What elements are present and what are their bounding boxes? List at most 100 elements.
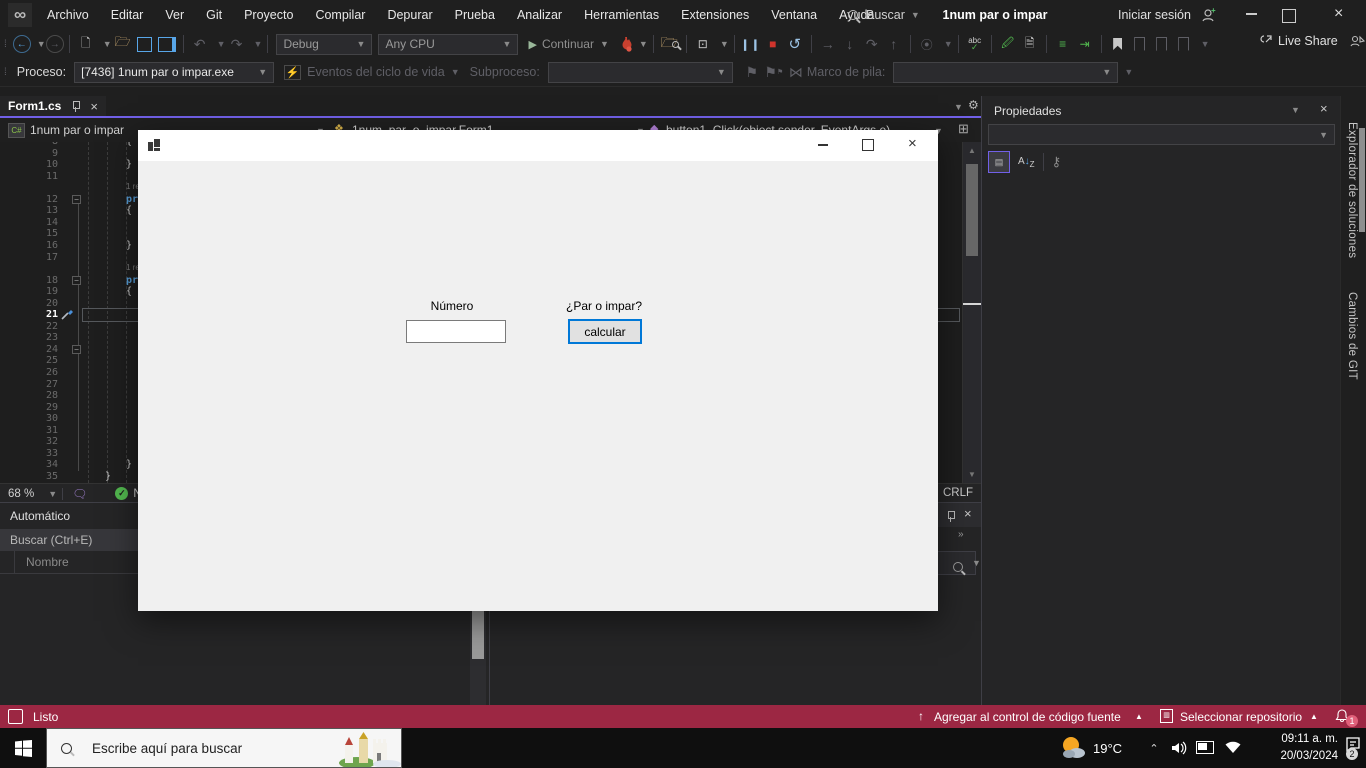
breakpoints-icon[interactable]: ⦿ (916, 33, 938, 55)
zoom-dropdown-icon[interactable]: ▼ (48, 489, 57, 499)
app-close-button[interactable]: × (908, 135, 917, 152)
flag-group-icon[interactable]: ⚑⚑ (763, 61, 785, 83)
pin-icon[interactable] (71, 101, 80, 112)
restart-icon[interactable]: ↺ (784, 33, 806, 55)
menu-compilar[interactable]: Compilar (304, 8, 376, 22)
side-tab-git-changes[interactable]: Cambios de GIT (1346, 292, 1358, 380)
notification-center-button[interactable]: 2 (1344, 736, 1364, 760)
scrollbar-down-arrow[interactable]: ▼ (968, 470, 976, 479)
tray-clock[interactable]: 09:11 a. m. 20/03/2024 (1252, 731, 1338, 765)
side-scrollbar-thumb[interactable] (1359, 128, 1365, 232)
select-repository-button[interactable]: Seleccionar repositorio (1180, 710, 1302, 724)
step-over-icon[interactable]: ↷ (861, 33, 883, 55)
fold-collapse-icon[interactable]: − (72, 276, 81, 285)
menu-archivo[interactable]: Archivo (36, 8, 100, 22)
step-out-icon[interactable]: ↑ (883, 33, 905, 55)
scrollbar-up-arrow[interactable]: ▲ (968, 146, 976, 155)
properties-close-icon[interactable]: × (1320, 101, 1328, 116)
pause-icon[interactable]: ❙❙ (740, 33, 762, 55)
tab-list-dropdown-icon[interactable]: ▼ (954, 102, 963, 112)
tab-settings-gear-icon[interactable]: ⚙ (968, 98, 979, 112)
uncomment-icon[interactable]: 🗎 (1019, 33, 1041, 55)
stack-frame-dropdown[interactable]: ▼ (893, 62, 1118, 83)
split-window-icon[interactable]: ⊞ (958, 121, 969, 137)
save-all-icon[interactable] (156, 33, 178, 55)
new-file-icon[interactable]: 🗋 (75, 33, 97, 55)
indent-decrease-icon[interactable]: ≡ (1052, 33, 1074, 55)
stop-icon[interactable]: ■ (762, 33, 784, 55)
app-maximize-button[interactable] (862, 139, 874, 151)
search-castle-image[interactable] (337, 731, 401, 767)
menu-ventana[interactable]: Ventana (760, 8, 828, 22)
app-minimize-button[interactable] (816, 144, 830, 146)
process-dropdown[interactable]: [7436] 1num par o impar.exe▼ (74, 62, 274, 83)
next-bookmark-icon[interactable] (1151, 33, 1173, 55)
zoom-level[interactable]: 68 % (8, 488, 34, 500)
undo-icon[interactable]: ↶ (189, 33, 211, 55)
events-key-icon[interactable]: ⚷ (1052, 154, 1062, 170)
prev-bookmark-icon[interactable] (1129, 33, 1151, 55)
subprocess-dropdown[interactable]: ▼ (548, 62, 733, 83)
continue-label[interactable]: Continuar (542, 37, 594, 51)
menu-depurar[interactable]: Depurar (376, 8, 443, 22)
feedback-person-icon[interactable] (8, 709, 23, 724)
tray-display-icon[interactable] (1196, 741, 1214, 754)
close-tab-icon[interactable]: × (90, 99, 98, 114)
solution-config-dropdown[interactable]: Debug▼ (276, 34, 372, 55)
properties-dropdown-icon[interactable]: ▼ (1291, 105, 1300, 115)
menu-proyecto[interactable]: Proyecto (233, 8, 304, 22)
menu-editar[interactable]: Editar (100, 8, 155, 22)
tray-volume-icon[interactable] (1170, 738, 1190, 758)
taskbar-weather[interactable]: 19°C (1058, 728, 1122, 768)
tab-form1cs[interactable]: Form1.cs × (0, 96, 106, 116)
back-dropdown-icon[interactable]: ▼ (37, 39, 46, 49)
menu-git[interactable]: Git (195, 8, 233, 22)
menu-herramientas[interactable]: Herramientas (573, 8, 670, 22)
taskbar-search-box[interactable]: Escribe aquí para buscar (46, 728, 402, 768)
open-folder-icon[interactable]: 🗁 (112, 33, 134, 55)
close-button[interactable]: × (1334, 5, 1343, 23)
clear-bookmarks-icon[interactable] (1173, 33, 1195, 55)
autos-vscroll-thumb[interactable] (472, 609, 484, 659)
scrollbar-thumb[interactable] (966, 164, 978, 256)
comment-icon[interactable]: 🖉 (997, 33, 1019, 55)
panel-overflow-icon[interactable]: » (958, 529, 965, 540)
panel-pin-icon[interactable] (946, 511, 955, 522)
continue-play-icon[interactable]: ▶ (528, 38, 536, 51)
menu-ver[interactable]: Ver (154, 8, 195, 22)
fold-collapse-icon[interactable]: − (72, 195, 81, 204)
flag-icon[interactable]: ⚑ (741, 61, 763, 83)
spell-check-icon[interactable]: abc✓ (964, 33, 986, 55)
fold-collapse-icon[interactable]: − (72, 345, 81, 354)
calcular-button[interactable]: calcular (568, 319, 642, 344)
menu-extensiones[interactable]: Extensiones (670, 8, 760, 22)
sign-in-control[interactable]: Iniciar sesión + (1118, 5, 1217, 25)
feedback-icon[interactable]: 🗨 (72, 487, 87, 501)
bookmark-icon[interactable] (1107, 33, 1129, 55)
panel-close-icon[interactable]: × (964, 506, 972, 521)
preview-window-icon[interactable]: ⊡ (692, 33, 714, 55)
panel-search-dropdown-icon[interactable]: ▼ (972, 558, 981, 568)
categorized-icon[interactable]: ▤ (988, 151, 1010, 173)
new-file-dropdown-icon[interactable]: ▼ (103, 39, 112, 49)
nav-project-dropdown[interactable]: 1num par o impar (30, 123, 124, 137)
menu-prueba[interactable]: Prueba (444, 8, 506, 22)
save-icon[interactable] (134, 33, 156, 55)
eol-indicator[interactable]: CRLF (943, 487, 973, 499)
platform-dropdown[interactable]: Any CPU▼ (378, 34, 518, 55)
menu-analizar[interactable]: Analizar (506, 8, 573, 22)
side-tab-solution-explorer[interactable]: Explorador de soluciones (1346, 122, 1358, 258)
step-into-icon[interactable]: ↓ (839, 33, 861, 55)
minimize-button[interactable] (1236, 13, 1266, 15)
numero-textbox[interactable] (406, 320, 506, 343)
share-user-icon[interactable] (1348, 33, 1366, 49)
navigate-back-icon[interactable]: ← (13, 35, 31, 53)
lifecycle-label[interactable]: Eventos del ciclo de vida (307, 65, 445, 79)
app-form-titlebar[interactable]: × (138, 130, 938, 161)
find-in-files-icon[interactable]: 🗁 (659, 33, 681, 55)
autos-col-name[interactable]: Nombre (26, 555, 69, 569)
hot-reload-icon[interactable] (617, 35, 633, 53)
hot-reload-dropdown-icon[interactable]: ▼ (639, 39, 648, 49)
live-share-label[interactable]: Live Share (1278, 34, 1338, 48)
indent-increase-icon[interactable]: ⇥ (1074, 33, 1096, 55)
